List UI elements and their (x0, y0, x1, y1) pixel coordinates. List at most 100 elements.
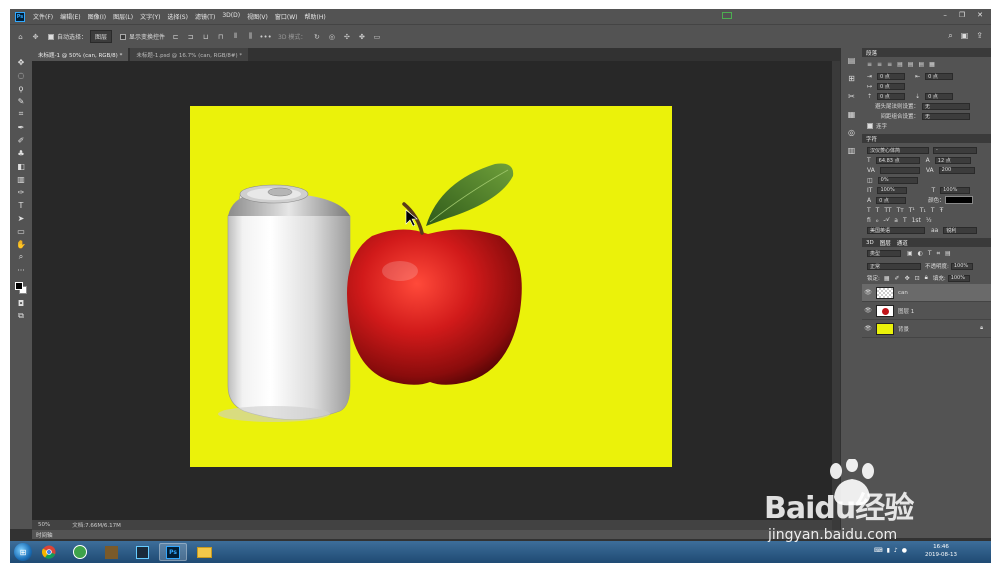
auto-select-checkbox[interactable] (48, 33, 54, 40)
filter-adjust-icon[interactable]: ◐ (918, 250, 923, 257)
zoom-tool-icon[interactable]: ⌕ (14, 251, 28, 263)
align-left-text-icon[interactable]: ≡ (867, 61, 872, 68)
filter-pixel-icon[interactable]: ▣ (907, 250, 913, 257)
taskbar-app-green[interactable] (66, 543, 94, 561)
lock-paint-icon[interactable]: ✐ (895, 275, 900, 282)
hyphenate-checkbox[interactable] (867, 123, 873, 129)
paragraph-panel-title[interactable]: 段落 (862, 48, 991, 57)
leading-field[interactable]: 12 点 (934, 156, 971, 164)
quick-select-tool-icon[interactable]: ✎ (14, 95, 28, 107)
history-icon[interactable]: ▤ (846, 54, 858, 66)
marquee-tool-icon[interactable]: ◌ (14, 69, 28, 81)
taskbar-app-cube[interactable] (128, 543, 156, 561)
tray-security-icon[interactable]: ● (902, 547, 907, 554)
move-tool-icon[interactable]: ✥ (14, 56, 28, 68)
start-button[interactable]: ⊞ (14, 543, 32, 561)
hyphen-row[interactable]: 连字 (862, 121, 991, 131)
tracking-field[interactable]: 200 (938, 166, 975, 174)
zoom-level[interactable]: 50% (38, 522, 50, 528)
mojikumi-dropdown[interactable]: 无 (922, 112, 970, 120)
brush-tool-icon[interactable]: ✐ (14, 134, 28, 146)
distribute-icon[interactable]: ⫴ (231, 32, 240, 41)
lock-transparent-icon[interactable]: ▦ (884, 275, 890, 282)
indent-right-field[interactable]: 0 点 (925, 72, 954, 80)
search-icon[interactable]: ⌕ (948, 31, 952, 41)
subscript-icon[interactable]: T₁ (920, 207, 926, 214)
justify-all-icon[interactable]: ▦ (929, 61, 935, 68)
show-transform-option[interactable]: 显示变换控件 (120, 32, 165, 41)
lock-move-icon[interactable]: ✥ (905, 275, 910, 282)
color-swatches[interactable] (14, 281, 28, 297)
document-canvas[interactable] (190, 106, 672, 467)
fractions-icon[interactable]: ½ (926, 217, 932, 224)
more-options-icon[interactable]: ••• (259, 33, 271, 41)
channels-icon[interactable]: ◎ (846, 126, 858, 138)
align-center-text-icon[interactable]: ≡ (877, 61, 882, 68)
3d-pan-icon[interactable]: ✣ (342, 33, 351, 41)
crop-tool-icon[interactable]: ⌗ (14, 108, 28, 120)
share-icon[interactable]: ⇪ (976, 31, 983, 41)
font-size-field[interactable]: 64.83 点 (875, 156, 920, 164)
taskbar-app-box[interactable] (97, 543, 125, 561)
justify-center-icon[interactable]: ▤ (908, 61, 914, 68)
menu-filter[interactable]: 滤镜(T) (195, 12, 215, 21)
filter-smart-icon[interactable]: ▤ (945, 250, 951, 257)
gradient-tool-icon[interactable]: ▥ (14, 173, 28, 185)
home-icon[interactable]: ⌂ (16, 33, 25, 41)
titling-icon[interactable]: T (903, 217, 907, 224)
ligature-icon[interactable]: fi (867, 217, 871, 224)
blend-mode-dropdown[interactable]: 正常 (867, 262, 921, 270)
show-transform-checkbox[interactable] (120, 33, 127, 40)
old-style-icon[interactable]: ℴ (876, 217, 879, 224)
3d-slide-icon[interactable]: ✤ (357, 33, 366, 41)
tab-layers[interactable]: 图层 (880, 239, 891, 247)
shape-tool-icon[interactable]: ▭ (14, 225, 28, 237)
superscript-icon[interactable]: T¹ (909, 207, 915, 214)
3d-roll-icon[interactable]: ◎ (327, 33, 336, 41)
all-caps-icon[interactable]: TT (884, 207, 891, 214)
tab-document-1[interactable]: 未标题-1 @ 50% (can, RGB/8) * (32, 48, 129, 61)
menu-type[interactable]: 文字(Y) (140, 12, 160, 21)
menu-edit[interactable]: 编辑(E) (60, 12, 80, 21)
lock-all-icon[interactable]: 🔒︎ (925, 274, 928, 282)
menu-3d[interactable]: 3D(D) (222, 12, 240, 21)
faux-italic-icon[interactable]: T (876, 207, 880, 214)
tab-3d[interactable]: 3D (866, 240, 874, 246)
tray-ime-icon[interactable]: ⌨ (874, 547, 883, 554)
taskbar-photoshop[interactable]: Ps (159, 543, 187, 561)
lock-artboard-icon[interactable]: ⊡ (915, 275, 920, 282)
space-before-field[interactable]: 0 点 (877, 92, 906, 100)
indent-first-field[interactable]: 0 点 (877, 82, 906, 90)
visibility-eye-icon[interactable]: 👁︎ (862, 325, 874, 332)
justify-left-icon[interactable]: ▤ (897, 61, 903, 68)
eraser-tool-icon[interactable]: ◧ (14, 160, 28, 172)
close-icon[interactable]: ✕ (977, 11, 983, 19)
horizontal-scale-field[interactable]: 100% (940, 186, 971, 194)
quick-mask-icon[interactable]: ◘ (14, 297, 28, 309)
taskbar-chrome[interactable] (35, 543, 63, 561)
indent-left-field[interactable]: 0 点 (877, 72, 906, 80)
auto-select-dropdown[interactable]: 图层 (90, 30, 113, 43)
workspace-icon[interactable]: ▣ (961, 31, 969, 41)
auto-select-option[interactable]: 自动选择： 图层 (48, 30, 113, 43)
stamp-tool-icon[interactable]: ♣ (14, 147, 28, 159)
baseline-field[interactable]: 0 点 (876, 196, 907, 204)
distribute-h-icon[interactable]: ⫼ (246, 32, 255, 41)
brush-settings-icon[interactable]: ✂ (846, 90, 858, 102)
move-tool-option-icon[interactable]: ✥ (31, 33, 40, 41)
swash-icon[interactable]: 𝒜 (884, 216, 890, 224)
menu-view[interactable]: 视图(V) (247, 12, 268, 21)
vertical-scrollbar[interactable] (832, 61, 840, 530)
justify-right-icon[interactable]: ▤ (918, 61, 924, 68)
font-style-dropdown[interactable]: - (933, 146, 977, 154)
type-tool-icon[interactable]: T (14, 199, 28, 211)
restore-icon[interactable]: ❐ (959, 11, 965, 19)
menu-select[interactable]: 选择(S) (167, 12, 188, 21)
hand-tool-icon[interactable]: ✋ (14, 238, 28, 250)
layer-row-background[interactable]: 👁︎ 背景 🔒︎ (862, 320, 991, 338)
small-caps-icon[interactable]: Tт (897, 207, 904, 214)
menu-window[interactable]: 窗口(W) (275, 12, 298, 21)
align-center-icon[interactable]: ⊐ (186, 33, 195, 41)
canvas-area[interactable] (32, 61, 832, 520)
kinsoku-dropdown[interactable]: 无 (922, 102, 970, 110)
